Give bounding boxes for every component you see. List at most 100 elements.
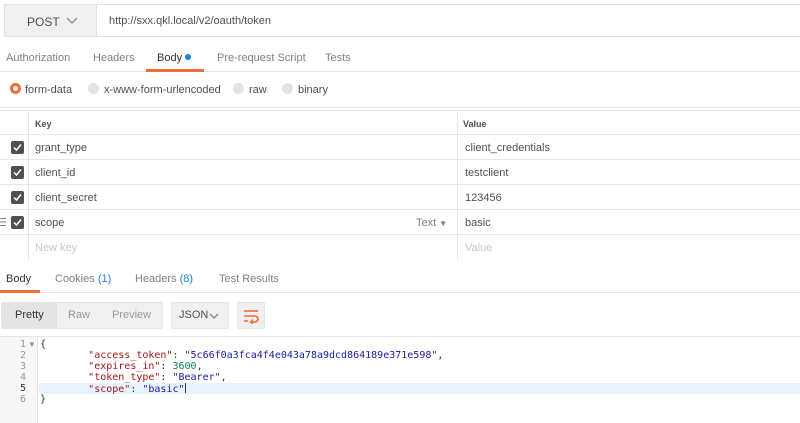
active-tab-indicator — [146, 69, 204, 72]
line-number: 2 — [19, 350, 26, 361]
radio-binary[interactable] — [282, 83, 293, 94]
code-line: { — [40, 339, 47, 350]
type-label: Text — [416, 217, 437, 229]
request-bar: POST http://sxx.qkl.local/v2/oauth/token — [0, 0, 800, 41]
check-icon — [13, 144, 22, 152]
table-row: grant_type client_credentials — [0, 135, 800, 160]
json-value: 3600 — [172, 361, 197, 372]
json-comma: , — [196, 361, 203, 372]
new-key-input[interactable]: New key — [35, 242, 77, 254]
tab-authorization[interactable]: Authorization — [6, 52, 70, 64]
radio-raw-label[interactable]: raw — [249, 84, 267, 96]
caret-down-icon: ▼ — [439, 219, 448, 228]
json-key: "expires_in" — [88, 361, 161, 372]
row-checkbox[interactable] — [11, 216, 24, 229]
json-key: "scope" — [88, 384, 131, 395]
table-row: scope Text ▼ basic — [0, 210, 800, 235]
tab-headers[interactable]: Headers — [93, 52, 135, 64]
json-value: "basic" — [142, 384, 185, 395]
view-preview-button[interactable]: Preview — [112, 309, 151, 321]
tab-body[interactable]: Body — [157, 52, 192, 64]
wrap-lines-icon — [244, 310, 259, 324]
line-number: 4 — [19, 372, 26, 383]
tab-tests[interactable]: Tests — [325, 52, 351, 64]
text-cursor — [184, 383, 186, 393]
url-input[interactable]: http://sxx.qkl.local/v2/oauth/token — [96, 4, 800, 37]
table-row: client_id testclient — [0, 160, 800, 185]
response-toolbar: Pretty Raw Preview JSON — [0, 300, 800, 332]
active-response-tab-indicator — [0, 290, 40, 293]
code-line: "access_token": "5c66f0a3fca4f4e043a78a9… — [88, 350, 444, 361]
param-key[interactable]: scope — [35, 217, 64, 229]
headers-count: (8) — [179, 273, 194, 285]
table-row-new: New key Value — [0, 235, 800, 260]
json-key: "access_token" — [88, 350, 173, 361]
line-number: 5 — [19, 383, 26, 394]
json-comma: , — [220, 372, 227, 383]
json-comma: , — [437, 350, 444, 361]
table-header: Key Value — [0, 110, 800, 135]
code-line: } — [40, 394, 47, 405]
body-type-selector: form-data x-www-form-urlencoded raw bina… — [0, 74, 800, 108]
radio-form-data-label[interactable]: form-data — [25, 84, 72, 96]
chevron-down-icon — [209, 313, 219, 319]
tab-pre-request-script[interactable]: Pre-request Script — [217, 52, 306, 64]
form-data-table: Key Value grant_type client_credentials … — [0, 110, 800, 260]
response-body-editor[interactable]: 1 ▼ 2 3 4 5 6 { "access_token": "5c66f0a… — [0, 336, 800, 423]
response-tab-test-results[interactable]: Test Results — [219, 273, 279, 285]
view-mode-group: Pretty Raw Preview — [1, 302, 163, 329]
code-line: "token_type": "Bearer", — [88, 372, 227, 383]
param-key[interactable]: client_secret — [35, 192, 97, 204]
new-value-input[interactable]: Value — [465, 242, 492, 254]
chevron-down-icon — [66, 17, 78, 24]
param-value[interactable]: basic — [465, 217, 491, 229]
line-number: 6 — [19, 394, 26, 405]
json-key: "token_type" — [88, 372, 161, 383]
code-line: "expires_in": 3600, — [88, 361, 203, 372]
param-key[interactable]: client_id — [35, 167, 75, 179]
code-line: "scope": "basic" — [88, 383, 186, 395]
check-icon — [13, 169, 22, 177]
wrap-lines-button[interactable] — [237, 302, 265, 329]
radio-form-data[interactable] — [10, 83, 21, 94]
radio-urlencoded-label[interactable]: x-www-form-urlencoded — [104, 84, 221, 96]
check-icon — [13, 194, 22, 202]
json-value: "Bearer" — [172, 372, 221, 383]
param-value[interactable]: client_credentials — [465, 142, 550, 154]
row-checkbox[interactable] — [11, 191, 24, 204]
row-checkbox[interactable] — [11, 141, 24, 154]
view-raw-button[interactable]: Raw — [68, 309, 90, 321]
check-icon — [13, 219, 22, 227]
response-tab-headers[interactable]: Headers (8) — [135, 273, 193, 285]
cookies-label: Cookies — [55, 273, 95, 285]
response-tab-cookies[interactable]: Cookies (1) — [55, 273, 111, 285]
type-dropdown[interactable]: Text ▼ — [416, 217, 447, 229]
radio-raw[interactable] — [233, 83, 244, 94]
param-value[interactable]: testclient — [465, 167, 508, 179]
table-row: client_secret 123456 — [0, 185, 800, 210]
radio-urlencoded[interactable] — [88, 83, 99, 94]
format-label: JSON — [179, 309, 209, 321]
line-number: 1 — [19, 339, 26, 350]
row-checkbox[interactable] — [11, 166, 24, 179]
headers-label: Headers — [135, 273, 177, 285]
line-number: 3 — [19, 361, 26, 372]
radio-binary-label[interactable]: binary — [298, 84, 328, 96]
fold-arrow-icon[interactable]: ▼ — [28, 339, 36, 350]
response-tabs: Body Cookies (1) Headers (8) Test Result… — [0, 263, 800, 293]
cookies-count: (1) — [97, 273, 112, 285]
url-text: http://sxx.qkl.local/v2/oauth/token — [109, 15, 272, 27]
json-value: "5c66f0a3fca4f4e043a78a9dcd864189e371e59… — [184, 350, 438, 361]
method-label: POST — [27, 15, 60, 29]
param-value[interactable]: 123456 — [465, 192, 502, 204]
tab-body-label: Body — [157, 52, 183, 64]
line-gutter: 1 ▼ 2 3 4 5 6 — [0, 337, 38, 423]
format-dropdown[interactable]: JSON — [171, 302, 229, 329]
method-dropdown[interactable]: POST — [4, 4, 96, 37]
drag-handle-icon[interactable] — [0, 218, 6, 226]
key-column-header: Key — [35, 119, 52, 129]
view-pretty-button[interactable]: Pretty — [15, 309, 44, 321]
modified-dot-icon — [185, 54, 192, 60]
response-tab-body[interactable]: Body — [6, 273, 31, 285]
param-key[interactable]: grant_type — [35, 142, 87, 154]
